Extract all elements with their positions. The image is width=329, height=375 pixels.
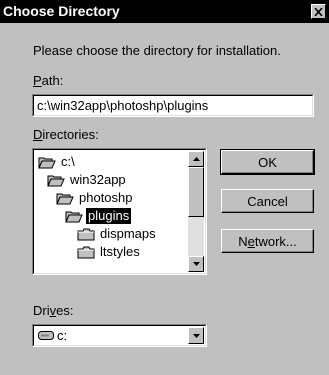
network-button[interactable]: Network... [221,229,314,253]
directories-label: Directories: [33,127,99,142]
arrow-down-icon [192,262,200,266]
directory-item-dispmaps[interactable]: dispmaps [77,226,158,242]
folder-icon [77,228,95,240]
instruction-text: Please choose the directory for installa… [33,43,281,58]
drive-icon [38,331,54,340]
open-folder-icon [47,175,65,186]
scroll-up-button[interactable] [188,151,204,167]
title-bar[interactable]: Choose Directory [0,0,329,23]
directories-scrollbar[interactable] [188,151,204,272]
close-button[interactable] [311,4,326,19]
directory-item-photoshp[interactable]: photoshp [56,190,135,206]
path-input[interactable]: c:\win32app\photoshp\plugins [32,94,314,117]
drives-dropdown-button[interactable] [188,327,204,344]
drives-label: Drives: [33,303,74,318]
window-title: Choose Directory [3,3,120,19]
close-icon [314,7,323,16]
ok-button[interactable]: OK [220,149,315,175]
scroll-thumb[interactable] [188,167,204,217]
choose-directory-dialog: Choose Directory Please choose the direc… [0,0,329,375]
arrow-down-icon [192,333,200,338]
folder-icon [77,246,95,258]
open-folder-icon [38,157,56,168]
directories-listbox[interactable]: c:\ win32app photoshp plugins dispmaps l… [32,148,207,275]
directory-item-plugins[interactable]: plugins [65,208,132,224]
directory-item-c-root[interactable]: c:\ [38,154,77,170]
directory-item-ltstyles[interactable]: ltstyles [77,244,142,260]
scroll-down-button[interactable] [188,256,204,272]
cancel-button[interactable]: Cancel [221,189,314,213]
open-folder-icon [65,211,83,222]
drives-value: c: [57,328,68,343]
path-input-value: c:\win32app\photoshp\plugins [37,98,209,113]
arrow-up-icon [192,157,200,161]
open-folder-icon [56,193,74,204]
drives-dropdown[interactable]: c: [32,324,207,347]
directory-item-win32app[interactable]: win32app [47,172,128,188]
path-label: Path: [33,73,64,88]
